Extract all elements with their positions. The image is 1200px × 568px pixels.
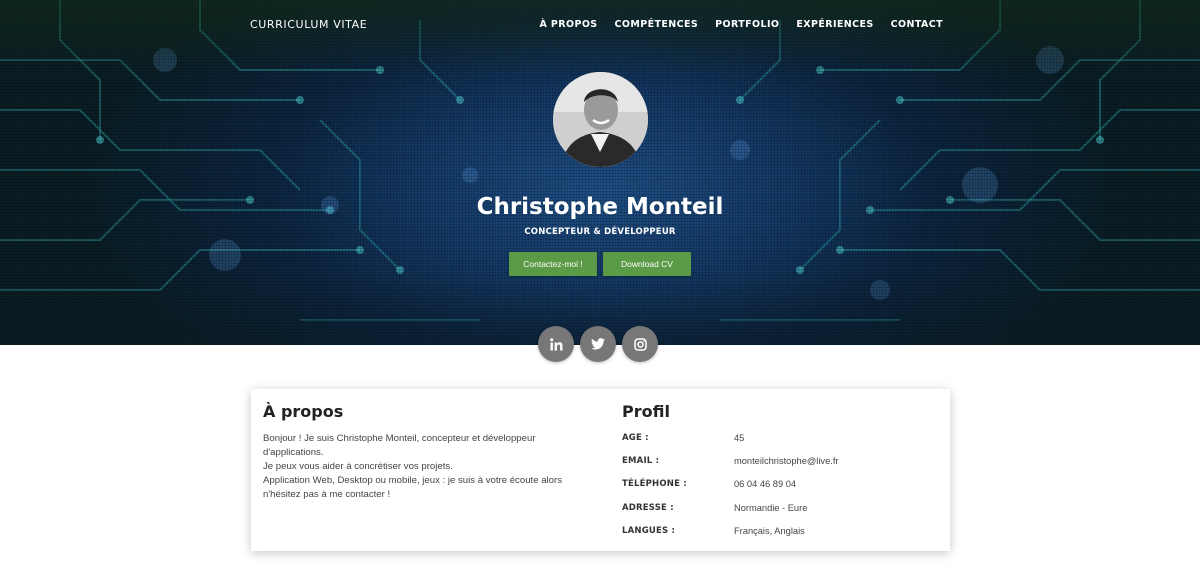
nav-item-experiences[interactable]: EXPÉRIENCES: [796, 19, 873, 30]
main-nav: À PROPOS COMPÉTENCES PORTFOLIO EXPÉRIENC…: [539, 19, 943, 30]
profile-value[interactable]: monteilchristophe@live.fr: [734, 456, 839, 466]
instagram-icon: [633, 337, 647, 351]
instagram-link[interactable]: [622, 326, 658, 362]
profile-label: LANGUES :: [622, 526, 676, 536]
about-line: Application Web, Desktop ou mobile, jeux…: [263, 475, 562, 500]
about-line: Je peux vous aider à concrétiser vos pro…: [263, 461, 453, 472]
hero-subtitle: CONCEPTEUR & DÉVELOPPEUR: [524, 227, 676, 237]
about-title: À propos: [263, 402, 344, 421]
twitter-link[interactable]: [580, 326, 616, 362]
profile-value: 06 04 46 89 04: [734, 479, 797, 489]
contact-button[interactable]: Contactez-moi !: [509, 252, 597, 276]
about-text: Bonjour ! Je suis Christophe Monteil, co…: [263, 432, 593, 502]
profile-label: AGE :: [622, 433, 649, 443]
nav-item-portfolio[interactable]: PORTFOLIO: [715, 19, 779, 30]
avatar: [553, 72, 648, 167]
linkedin-icon: [549, 337, 562, 350]
hero-name: Christophe Monteil: [476, 194, 724, 220]
profile-label: EMAIL :: [622, 456, 660, 466]
profile-title: Profil: [622, 402, 670, 421]
nav-item-a-propos[interactable]: À PROPOS: [539, 19, 597, 30]
download-cv-button[interactable]: Download CV: [603, 252, 691, 276]
twitter-icon: [591, 338, 605, 350]
nav-item-contact[interactable]: CONTACT: [891, 19, 943, 30]
profile-label: TÉLÉPHONE :: [622, 479, 687, 489]
hero-banner: CURRICULUM VITAE À PROPOS COMPÉTENCES PO…: [0, 0, 1200, 345]
profile-value: Français, Anglais: [734, 526, 805, 536]
site-brand[interactable]: CURRICULUM VITAE: [250, 18, 367, 31]
about-line: Bonjour ! Je suis Christophe Monteil, co…: [263, 433, 536, 458]
linkedin-link[interactable]: [538, 326, 574, 362]
nav-item-competences[interactable]: COMPÉTENCES: [615, 19, 699, 30]
hero-vignette: [0, 0, 1200, 345]
avatar-photo: [553, 72, 648, 167]
about-profile-card: À propos Bonjour ! Je suis Christophe Mo…: [251, 389, 950, 551]
profile-value: Normandie - Eure: [734, 503, 808, 513]
profile-value: 45: [734, 433, 745, 443]
profile-label: ADRESSE :: [622, 503, 674, 513]
